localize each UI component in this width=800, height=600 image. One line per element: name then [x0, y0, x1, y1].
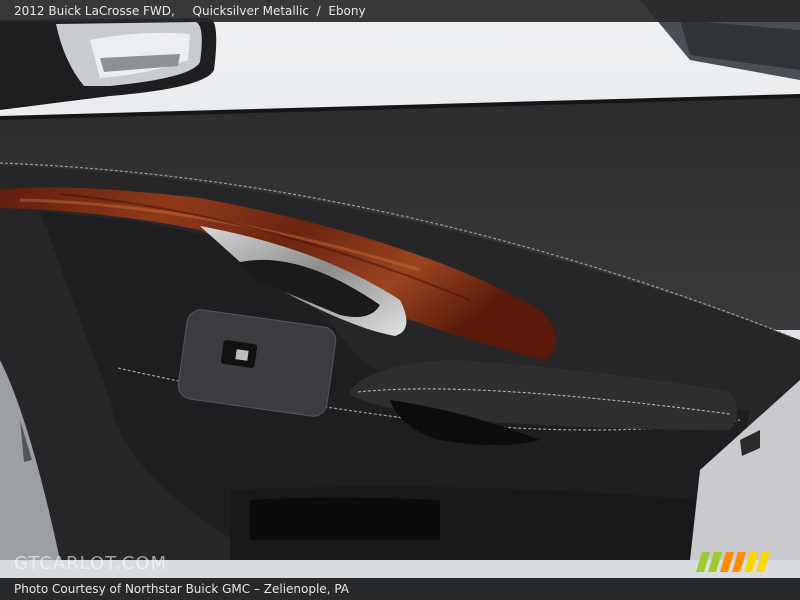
logo-stripes [696, 552, 770, 572]
photo-credit: Photo Courtesy of Northstar Buick GMC – … [14, 582, 349, 596]
slash-separator: / [312, 4, 325, 18]
vehicle-title: 2012 Buick LaCrosse FWD [14, 4, 172, 18]
comma-separator: , [171, 4, 175, 18]
caption-bar: 2012 Buick LaCrosse FWD, Quicksilver Met… [0, 0, 800, 22]
car-door-photo [0, 0, 800, 600]
exterior-color: Quicksilver Metallic [192, 4, 309, 18]
credit-bar: Photo Courtesy of Northstar Buick GMC – … [0, 578, 800, 600]
watermark-text: GTCARLOT.COM [14, 553, 168, 574]
interior-color: Ebony [328, 4, 366, 18]
stripes-logo-icon [696, 552, 770, 572]
